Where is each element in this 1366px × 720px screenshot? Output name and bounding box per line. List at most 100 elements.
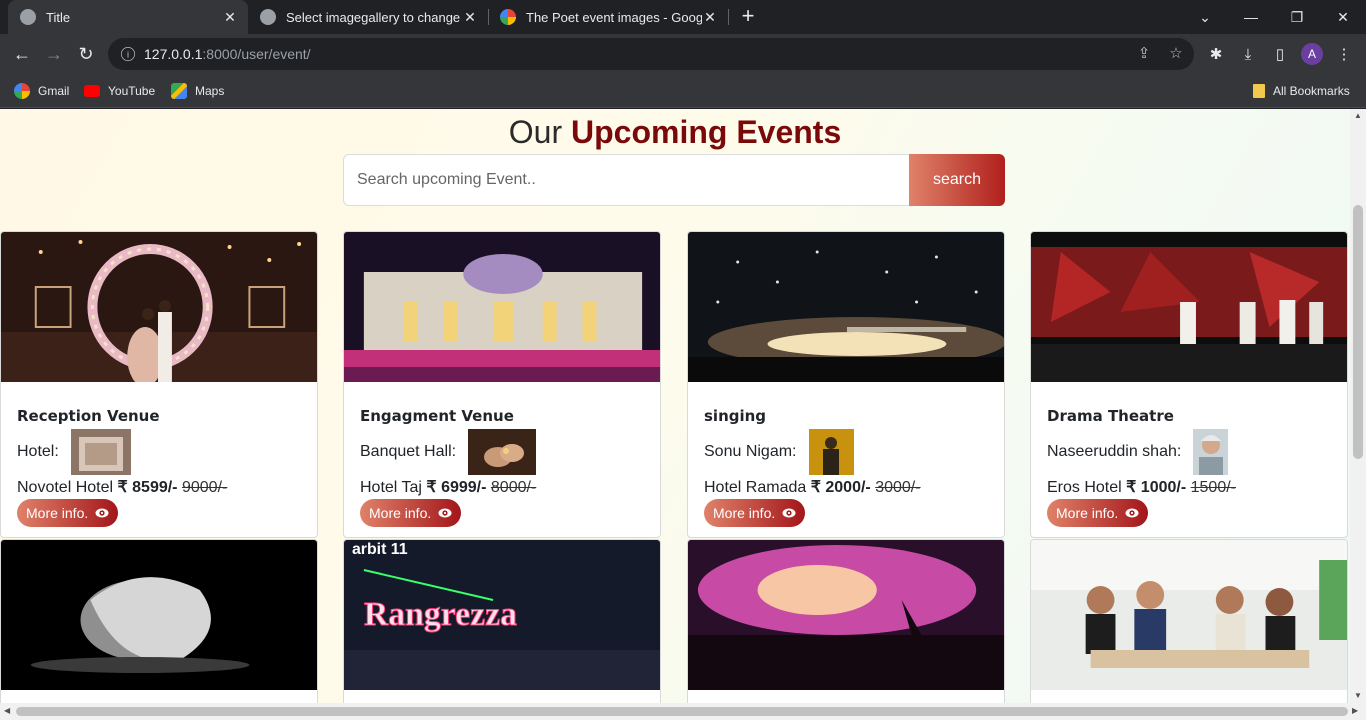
share-icon[interactable]: ⇪ (1134, 44, 1154, 64)
close-tab-icon[interactable]: ✕ (702, 9, 718, 26)
download-icon[interactable]: ⤓ (1234, 40, 1262, 68)
current-price: 1000/- (1140, 479, 1187, 496)
current-price: 6999/- (441, 479, 487, 496)
youtube-icon (84, 85, 100, 97)
price-row: Eros Hotel ₹ 1000/- 1500/- (1047, 477, 1331, 497)
scroll-left-icon[interactable]: ◀ (4, 706, 10, 715)
scroll-right-icon[interactable]: ▶ (1352, 706, 1358, 715)
performer-label: Banquet Hall: (360, 443, 457, 460)
minimize-button[interactable]: — (1228, 0, 1274, 34)
close-window-button[interactable]: ✕ (1320, 0, 1366, 34)
price-row: Hotel Ramada ₹ 2000/- 3000/- (704, 477, 988, 497)
current-price: 8599/- (132, 479, 178, 496)
performer-thumbnail (468, 429, 537, 475)
currency-symbol: ₹ (810, 479, 821, 496)
profile-button[interactable]: A (1298, 40, 1326, 68)
globe-icon (260, 9, 276, 25)
close-tab-icon[interactable]: ✕ (222, 9, 238, 26)
page-title: Our Upcoming Events (0, 114, 1350, 151)
forward-button[interactable]: → (40, 40, 68, 68)
scroll-up-icon[interactable]: ▲ (1354, 111, 1362, 120)
image-sign-text: arbit 11 (352, 541, 408, 558)
scrollbar-thumb[interactable] (16, 707, 1348, 716)
page-content: Our Upcoming Events search Reception Ven… (0, 109, 1366, 720)
tab-search-button[interactable]: ⌄ (1182, 0, 1228, 34)
event-card (687, 539, 1005, 720)
site-info-icon[interactable]: i (121, 47, 135, 61)
event-card (0, 539, 318, 720)
old-price: 3000/- (875, 479, 921, 496)
more-info-button[interactable]: More info. (704, 499, 806, 527)
performer-row: Naseeruddin shah: (1047, 429, 1331, 475)
performer-row: Sonu Nigam: (704, 429, 988, 475)
event-card: Drama Theatre Naseeruddin shah: Eros Hot… (1030, 231, 1348, 538)
old-price: 8000/- (490, 479, 537, 496)
google-icon (14, 83, 30, 99)
event-image (1, 232, 317, 387)
bookmark-gmail[interactable]: Gmail (14, 74, 69, 108)
tab-imagegallery[interactable]: Select imagegallery to change | Dj ✕ (248, 0, 488, 34)
back-button[interactable]: ← (8, 40, 36, 68)
event-card: Reception Venue Hotel: Novotel Hotel ₹ 8… (0, 231, 318, 538)
event-card: Engagment Venue Banquet Hall: Hotel Taj … (343, 231, 661, 538)
url-text[interactable]: 127.0.0.1:8000/user/event/ (144, 46, 311, 62)
address-bar[interactable]: i 127.0.0.1:8000/user/event/ ⇪ ☆ (108, 38, 1194, 70)
horizontal-scrollbar[interactable]: ◀ ▶ (0, 703, 1366, 720)
more-info-label: More info. (1056, 505, 1119, 521)
bookmark-maps[interactable]: Maps (171, 74, 224, 108)
scrollbar-thumb[interactable] (1353, 205, 1363, 459)
close-tab-icon[interactable]: ✕ (462, 9, 478, 26)
performer-label: Hotel: (17, 443, 59, 460)
more-info-button[interactable]: More info. (1047, 499, 1149, 527)
performer-label: Sonu Nigam: (704, 443, 797, 460)
more-info-button[interactable]: More info. (360, 499, 462, 527)
reload-button[interactable]: ↻ (72, 40, 100, 68)
search-button[interactable]: search (909, 154, 1005, 206)
price-row: Novotel Hotel ₹ 8599/- 9000/- (17, 477, 301, 497)
tab-divider (728, 9, 729, 25)
performer-thumbnail (1193, 429, 1229, 475)
bookmark-label: Gmail (38, 84, 70, 98)
menu-icon[interactable]: ⋮ (1330, 40, 1358, 68)
tab-google-images[interactable]: The Poet event images - Google ✕ (488, 0, 728, 34)
vertical-scrollbar[interactable]: ▲ ▼ (1350, 109, 1366, 703)
eye-icon (1125, 508, 1139, 518)
google-icon (500, 9, 516, 25)
bookmark-label: YouTube (108, 84, 156, 98)
eye-icon (438, 508, 452, 518)
venue-name: Eros Hotel (1047, 479, 1122, 496)
bookmark-youtube[interactable]: YouTube (84, 74, 155, 108)
search-input[interactable] (343, 154, 909, 206)
venue-name: Hotel Ramada (704, 479, 807, 496)
currency-symbol: ₹ (117, 479, 128, 496)
event-image: arbit 11 Rangrezza (344, 540, 660, 690)
bookmark-label: All Bookmarks (1273, 84, 1350, 98)
side-panel-icon[interactable]: ▯ (1266, 40, 1294, 68)
event-image (688, 232, 1004, 382)
globe-icon (20, 9, 36, 25)
extensions-icon[interactable]: ✱ (1202, 40, 1230, 68)
eye-icon (782, 508, 796, 518)
new-tab-button[interactable]: + (736, 4, 760, 28)
scroll-down-icon[interactable]: ▼ (1354, 691, 1362, 700)
tab-title[interactable]: Title ✕ (8, 0, 248, 34)
all-bookmarks[interactable]: All Bookmarks (1253, 74, 1350, 108)
current-price: 2000/- (825, 479, 871, 496)
tab-strip: Title ✕ Select imagegallery to change | … (0, 0, 1366, 34)
bookmark-star-icon[interactable]: ☆ (1166, 44, 1186, 64)
restore-button[interactable]: ❐ (1274, 0, 1320, 34)
more-info-label: More info. (26, 505, 89, 521)
url-path: :8000/user/event/ (202, 46, 311, 62)
event-image (1031, 540, 1347, 690)
browser-toolbar: ← → ↻ i 127.0.0.1:8000/user/event/ ⇪ ☆ ✱… (0, 34, 1366, 74)
tab-label: Select imagegallery to change | Dj (286, 9, 462, 25)
currency-symbol: ₹ (1126, 479, 1137, 496)
event-title: Engagment Venue (360, 407, 514, 425)
performer-thumbnail (70, 429, 131, 475)
event-title: singing (704, 407, 767, 425)
image-neon-text: Rangrezza (364, 596, 517, 633)
more-info-button[interactable]: More info. (17, 499, 119, 527)
venue-name: Novotel Hotel (17, 479, 114, 496)
tab-label: Title (46, 9, 71, 25)
more-info-label: More info. (369, 505, 432, 521)
